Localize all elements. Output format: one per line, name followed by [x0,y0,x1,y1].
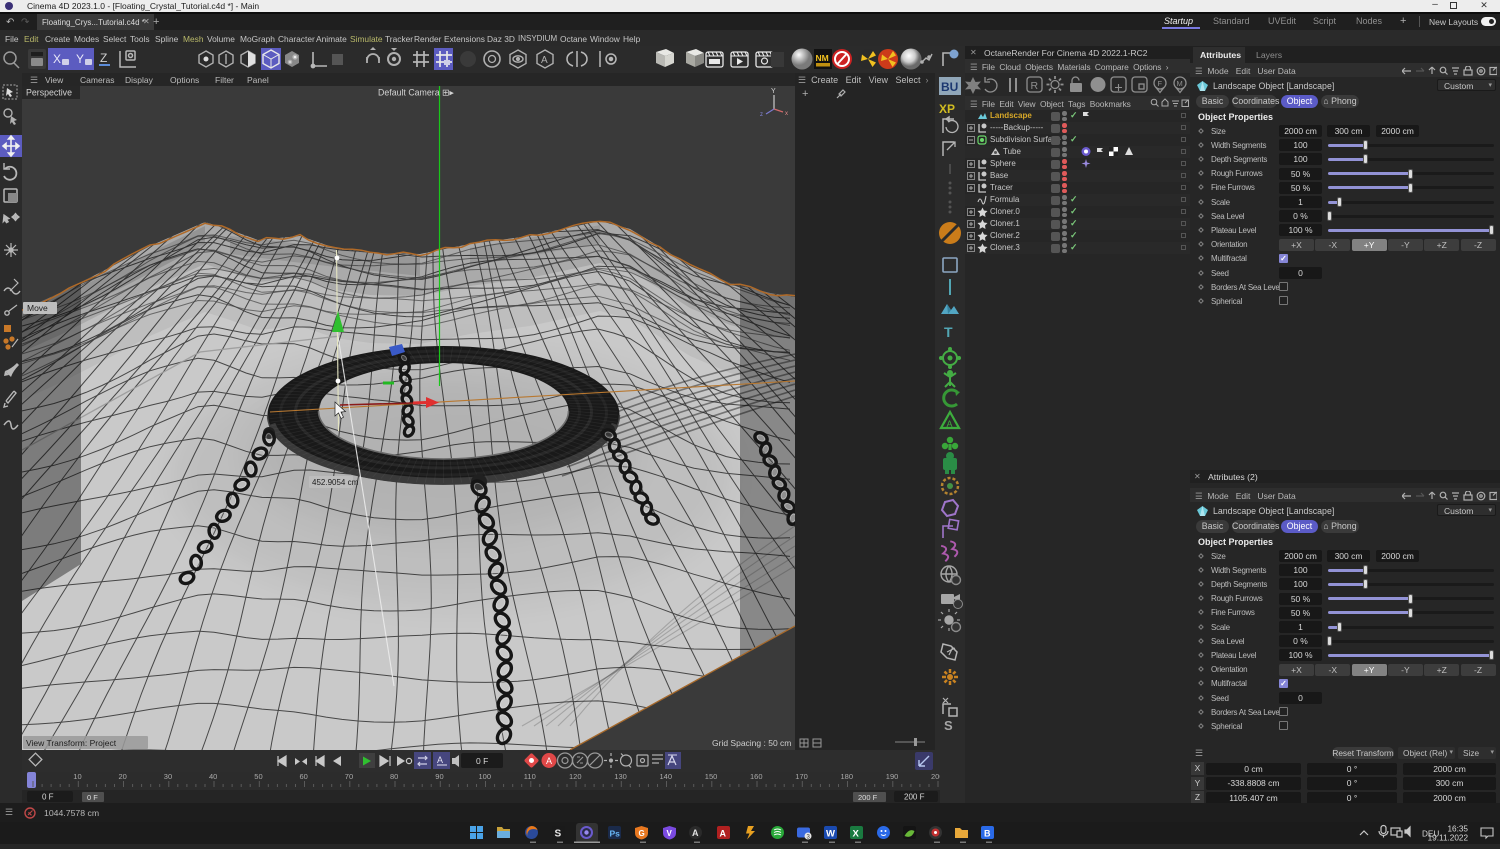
svg-text:180: 180 [841,772,854,781]
svg-text:BU: BU [941,80,958,94]
svg-text:Y: Y [76,52,84,66]
svg-text:Grid Spacing : 50 cm: Grid Spacing : 50 cm [712,738,791,748]
svg-text:Ps: Ps [610,829,621,839]
svg-text:Default Camera ⊞▸: Default Camera ⊞▸ [378,88,454,98]
svg-text:16:35: 16:35 [1448,825,1469,834]
svg-text:XP: XP [939,102,955,116]
svg-text:A: A [437,755,443,765]
svg-text:Move: Move [27,303,48,313]
svg-text:W: W [826,829,835,840]
svg-text:452.9054 cm: 452.9054 cm [312,478,359,487]
svg-text:A: A [541,55,548,66]
svg-text:V: V [667,829,673,838]
svg-text:z: z [760,112,763,118]
svg-text:30: 30 [164,772,172,781]
svg-text:F: F [1158,79,1163,88]
svg-text:19.11.2022: 19.11.2022 [1428,834,1469,843]
svg-text:Perspective: Perspective [26,88,72,98]
svg-text:130: 130 [614,772,627,781]
svg-text:110: 110 [524,772,536,781]
svg-text:0 F: 0 F [476,756,488,766]
svg-text:60: 60 [300,772,308,781]
svg-text:10: 10 [73,772,81,781]
svg-text:50: 50 [254,772,262,781]
svg-text:140: 140 [660,772,673,781]
svg-text:100: 100 [479,772,492,781]
svg-text:A: A [947,419,953,429]
svg-text:S: S [944,718,953,733]
svg-text:R: R [1031,80,1039,92]
svg-text:0 F: 0 F [87,793,98,802]
svg-text:X: X [853,829,860,840]
svg-text:90: 90 [435,772,443,781]
svg-text:0 F: 0 F [42,793,54,802]
svg-text:Y: Y [771,88,776,95]
svg-text:70: 70 [345,772,353,781]
svg-text:NM: NM [816,53,829,63]
svg-text:40: 40 [209,772,217,781]
svg-text:200 F: 200 F [904,793,925,802]
svg-text:A: A [720,829,727,839]
svg-text:M: M [1177,79,1183,88]
svg-text:200: 200 [931,772,940,781]
svg-text:A: A [546,756,552,766]
svg-text:View Transform: Project: View Transform: Project [26,738,117,748]
svg-text:S: S [555,829,562,840]
svg-text:x: x [785,111,788,117]
svg-text:Z: Z [100,51,107,65]
svg-text:T: T [944,324,953,340]
svg-text:A: A [692,828,699,838]
svg-text:150: 150 [705,772,718,781]
svg-text:170: 170 [795,772,808,781]
svg-text:200 F: 200 F [858,793,878,802]
svg-text:20: 20 [119,772,127,781]
svg-text:120: 120 [569,772,582,781]
svg-text:160: 160 [750,772,763,781]
svg-text:80: 80 [390,772,398,781]
svg-text:G: G [639,829,645,838]
svg-text:X: X [53,52,61,66]
svg-text:190: 190 [886,772,899,781]
svg-text:B: B [984,829,991,839]
